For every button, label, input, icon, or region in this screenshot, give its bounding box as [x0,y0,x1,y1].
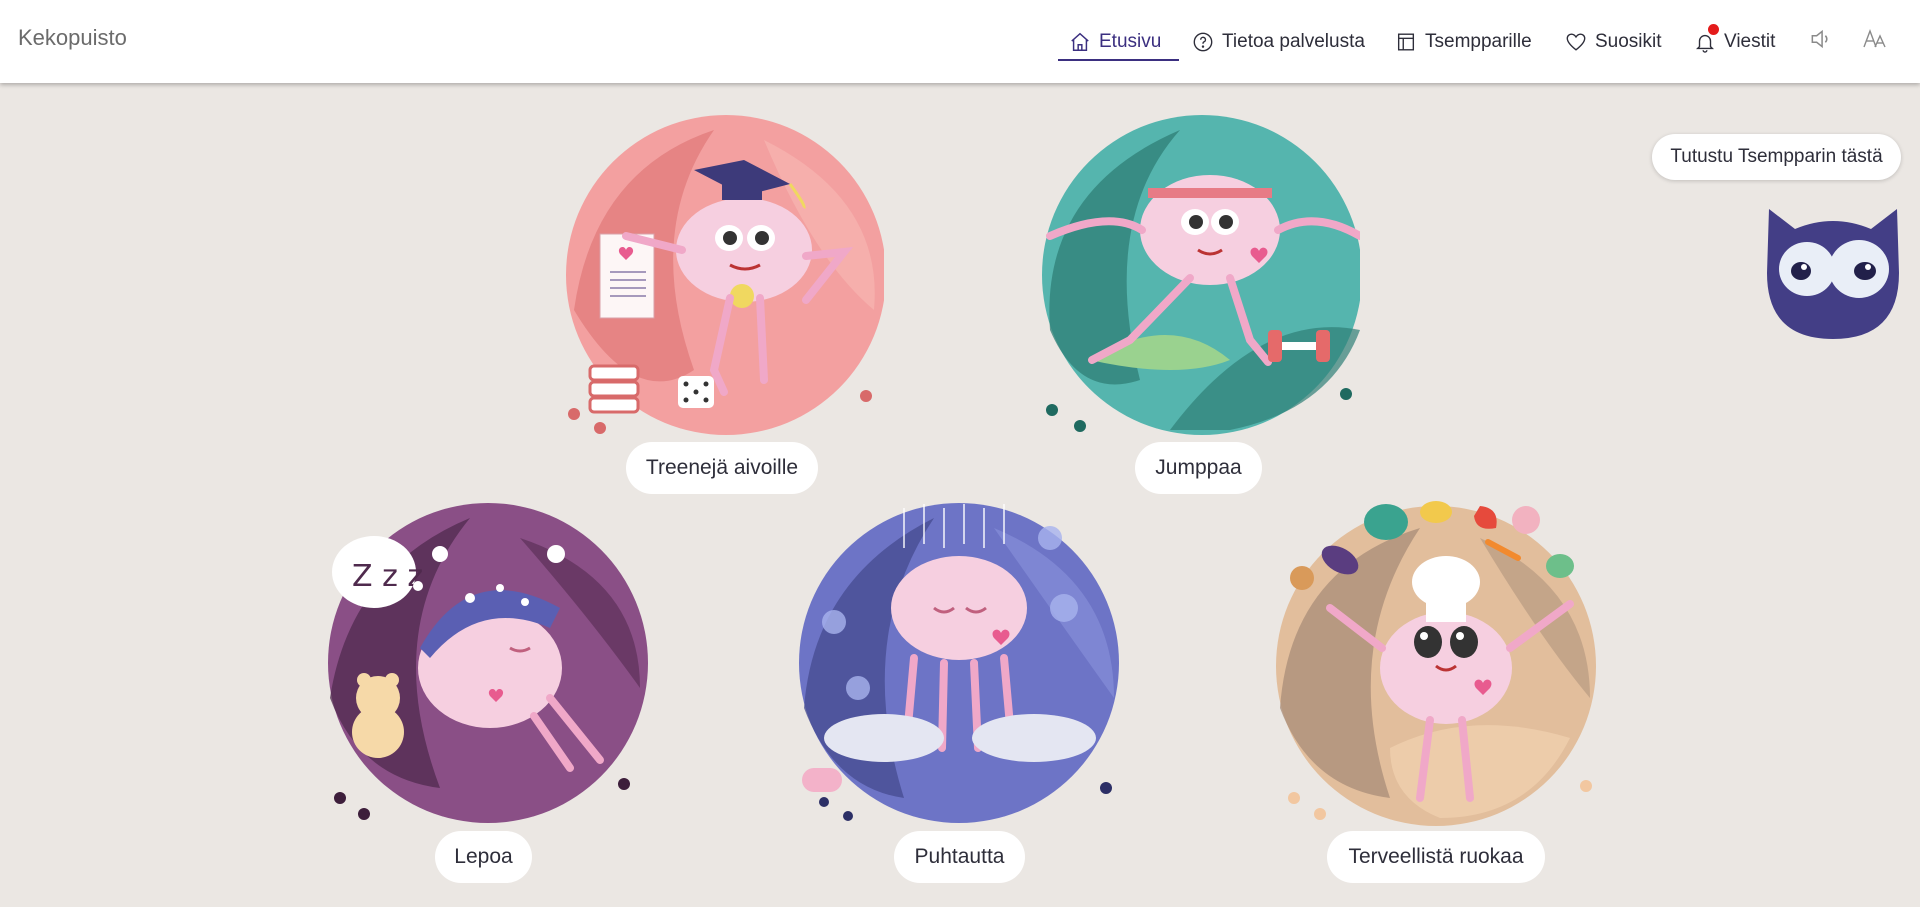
text-size-icon [1863,29,1886,48]
hygiene-illustration [799,503,1119,823]
category-label-brain-training[interactable]: Treenejä aivoille [626,442,818,494]
category-tile-rest[interactable]: Z z z [320,498,650,828]
question-circle-icon [1193,32,1213,51]
nav-favorites[interactable]: Suosikit [1565,0,1662,83]
category-label-hygiene[interactable]: Puhtautta [894,831,1025,883]
nav-home[interactable]: Etusivu [1057,0,1180,83]
calendar-icon [1397,33,1415,50]
category-tile-hygiene[interactable] [794,498,1124,828]
owl-icon [1767,209,1899,339]
category-tile-brain-training[interactable] [554,110,886,440]
heart-icon [1566,33,1586,51]
nav-favorites-label: Suosikit [1595,30,1662,52]
svg-text:Z z z: Z z z [352,559,423,594]
rest-illustration: Z z z [328,503,648,823]
exercise-illustration [1042,115,1364,435]
brain-training-illustration [566,115,886,435]
sound-button[interactable] [1808,26,1834,52]
nav-home-label: Etusivu [1099,30,1162,52]
home-icon [1071,32,1089,51]
nav-tsempparille[interactable]: Tsempparille [1395,0,1532,83]
category-label-healthy-food[interactable]: Terveellistä ruokaa [1327,831,1545,883]
brand-name[interactable]: Kekopuisto [18,25,127,51]
text-size-button[interactable] [1862,26,1888,52]
category-label-rest[interactable]: Lepoa [435,831,532,883]
owl-mascot[interactable] [1763,203,1903,343]
nav-tsempparille-label: Tsempparille [1425,30,1532,52]
notification-dot [1708,24,1719,35]
top-navigation-bar: Kekopuisto Etusivu Tietoa palvelusta Tse… [0,0,1920,83]
healthy-food-illustration [1276,501,1596,826]
nav-messages[interactable]: Viestit [1694,0,1775,83]
tsemppari-tour-bubble[interactable]: Tutustu Tsempparin tästä [1652,134,1901,180]
nav-about-label: Tietoa palvelusta [1222,30,1365,52]
category-tile-exercise[interactable] [1030,110,1364,440]
nav-about[interactable]: Tietoa palvelusta [1192,0,1365,83]
category-label-exercise[interactable]: Jumppaa [1135,442,1262,494]
nav-messages-label: Viestit [1724,30,1776,52]
speaker-icon [1811,29,1828,49]
category-tile-healthy-food[interactable] [1270,498,1600,828]
